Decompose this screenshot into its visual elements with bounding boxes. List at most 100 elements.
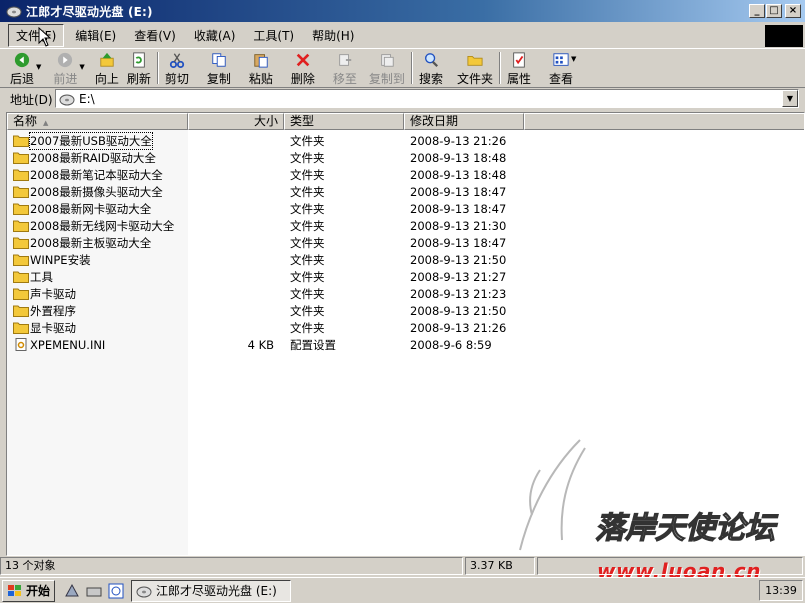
paste-icon (254, 54, 268, 68)
column-header-size[interactable]: 大小 (188, 113, 284, 130)
file-modified: 2008-9-13 18:48 (410, 167, 507, 182)
file-modified: 2008-9-6 8:59 (410, 337, 492, 352)
maximize-button[interactable]: □ (766, 4, 782, 18)
address-dropdown-button[interactable]: ▼ (782, 90, 798, 107)
file-row[interactable]: 声卡驱动 文件夹 2008-9-13 21:23 (7, 285, 540, 302)
column-header-modified[interactable]: 修改日期 (404, 113, 524, 130)
close-button[interactable]: × (785, 4, 801, 18)
paste-button[interactable]: 粘贴 (249, 49, 273, 87)
file-row[interactable]: 2008最新摄像头驱动大全 文件夹 2008-9-13 18:47 (7, 183, 540, 200)
file-row[interactable]: 2008最新RAID驱动大全 文件夹 2008-9-13 18:48 (7, 149, 540, 166)
toolbar-separator (156, 52, 159, 84)
folders-button[interactable]: 文件夹 (457, 49, 493, 87)
file-list-view[interactable]: 名称 ▲ 大小 类型 修改日期 2007最新USB驱动大全 文件夹 2008-9-… (6, 112, 805, 556)
view-button[interactable]: 查看 (549, 49, 573, 87)
mouse-pointer-icon (38, 27, 52, 47)
title-bar[interactable]: 江郎才尽驱动光盘 (E:) _ □ × (0, 0, 805, 22)
forward-arrow-icon (58, 52, 73, 68)
quick-launch-drive-icon[interactable] (85, 582, 103, 600)
menu-help[interactable]: 帮助(H) (305, 25, 361, 46)
delete-x-icon (296, 53, 310, 67)
copy-button[interactable]: 复制 (207, 49, 231, 87)
file-row[interactable]: 显卡驱动 文件夹 2008-9-13 21:26 (7, 319, 540, 336)
quick-launch-browser-icon[interactable] (107, 582, 125, 600)
cut-label: 剪切 (164, 72, 189, 86)
refresh-button[interactable]: 刷新 (127, 49, 151, 87)
folder-icon (13, 135, 29, 147)
folder-icon (13, 237, 29, 249)
system-clock[interactable]: 13:39 (759, 580, 803, 601)
move-to-button[interactable]: 移至 (333, 49, 357, 87)
file-name: 2008最新主板驱动大全 (30, 235, 152, 250)
column-headers: 名称 ▲ 大小 类型 修改日期 (7, 113, 804, 130)
copy-to-button[interactable]: 复制到 (369, 49, 405, 87)
file-row[interactable]: 2008最新无线网卡驱动大全 文件夹 2008-9-13 21:30 (7, 217, 540, 234)
toolbar: 后退 ▼ 前进 ▼ 向上 刷新 剪切 复制 粘贴 删除 移至 复制到 搜索 文件… (0, 48, 805, 88)
file-modified: 2008-9-13 18:47 (410, 184, 507, 199)
folder-icon (13, 169, 29, 181)
cut-button[interactable]: 剪切 (165, 49, 189, 87)
copy-icon (212, 53, 226, 67)
quick-launch (63, 582, 125, 600)
minimize-button[interactable]: _ (749, 4, 765, 18)
back-dropdown-icon[interactable]: ▼ (36, 63, 41, 71)
view-dropdown-icon[interactable]: ▼ (571, 55, 576, 63)
file-name: 2008最新笔记本驱动大全 (30, 167, 163, 182)
file-row[interactable]: 2008最新笔记本驱动大全 文件夹 2008-9-13 18:48 (7, 166, 540, 183)
file-type: 文件夹 (290, 286, 325, 301)
file-type: 文件夹 (290, 320, 325, 335)
address-value: E:\ (79, 91, 95, 106)
copy-label: 复制 (206, 72, 231, 86)
properties-button[interactable]: 属性 (507, 49, 531, 87)
status-bar: 13 个对象 3.37 KB (0, 557, 805, 576)
folder-icon (13, 203, 29, 215)
up-button[interactable]: 向上 (95, 49, 119, 87)
file-row[interactable]: XPEMENU.INI 4 KB 配置设置 2008-9-6 8:59 (7, 336, 540, 353)
properties-label: 属性 (506, 72, 531, 86)
file-row[interactable]: WINPE安装 文件夹 2008-9-13 21:50 (7, 251, 540, 268)
file-row[interactable]: 2008最新网卡驱动大全 文件夹 2008-9-13 18:47 (7, 200, 540, 217)
file-row[interactable]: 2008最新主板驱动大全 文件夹 2008-9-13 18:47 (7, 234, 540, 251)
file-row[interactable]: 2007最新USB驱动大全 文件夹 2008-9-13 21:26 (7, 131, 540, 150)
delete-button[interactable]: 删除 (291, 49, 315, 87)
column-header-type[interactable]: 类型 (284, 113, 404, 130)
search-button[interactable]: 搜索 (419, 49, 443, 87)
folder-icon (467, 56, 483, 66)
menu-edit[interactable]: 编辑(E) (68, 25, 123, 46)
file-row[interactable]: 工具 文件夹 2008-9-13 21:27 (7, 268, 540, 285)
taskbar: 开始 江郎才尽驱动光盘 (E:) 13:39 (0, 577, 805, 603)
file-row[interactable]: 外置程序 文件夹 2008-9-13 21:50 (7, 302, 540, 319)
file-size: 4 KB (247, 337, 274, 352)
forward-dropdown-icon[interactable]: ▼ (79, 63, 84, 71)
file-modified: 2008-9-13 21:50 (410, 303, 507, 318)
start-label: 开始 (26, 584, 51, 598)
column-header-name-label: 名称 (13, 114, 38, 128)
address-input[interactable]: E:\ ▼ (55, 89, 799, 108)
forward-button[interactable]: 前进 (53, 49, 77, 87)
menu-bar: 文件(F) 编辑(E) 查看(V) 收藏(A) 工具(T) 帮助(H) (0, 23, 805, 47)
column-header-filler (524, 113, 804, 130)
back-button[interactable]: 后退 (10, 49, 34, 87)
windows-flag-icon (8, 584, 21, 596)
toolbar-separator (498, 52, 501, 84)
copy-to-icon (381, 54, 394, 67)
file-name: 2007最新USB驱动大全 (29, 131, 153, 150)
column-header-type-label: 类型 (290, 114, 315, 128)
menu-file[interactable]: 文件(F) (8, 23, 65, 47)
taskbar-window-button[interactable]: 江郎才尽驱动光盘 (E:) (131, 579, 292, 602)
file-type: 文件夹 (290, 201, 325, 216)
window-title: 江郎才尽驱动光盘 (E:) (26, 4, 153, 19)
address-bar: 地址(D) E:\ ▼ (0, 88, 805, 110)
menu-tools[interactable]: 工具(T) (246, 25, 301, 46)
folder-icon (13, 254, 29, 266)
file-type: 文件夹 (290, 150, 325, 165)
menu-favorites[interactable]: 收藏(A) (187, 25, 243, 46)
move-to-icon (339, 54, 352, 66)
quick-launch-app-icon[interactable] (63, 582, 81, 600)
start-button[interactable]: 开始 (2, 579, 56, 602)
view-grid-icon (553, 53, 569, 66)
column-header-size-label: 大小 (253, 114, 278, 128)
menu-view[interactable]: 查看(V) (127, 25, 183, 46)
file-name: 外置程序 (30, 303, 76, 318)
column-header-name[interactable]: 名称 ▲ (7, 113, 188, 130)
